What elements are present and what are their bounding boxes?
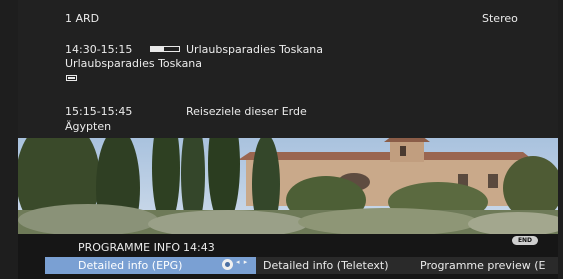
now-title: Urlaubsparadies Toskana — [186, 43, 324, 56]
menu-item-label-epg: Detailed info (EPG) — [78, 259, 183, 272]
progress-fill — [151, 47, 164, 51]
channel-name: 1 ARD — [65, 12, 100, 25]
programme-progress-bar — [150, 46, 180, 52]
subtitles-icon — [66, 75, 77, 81]
progress-remaining — [163, 47, 179, 51]
left-right-arrows-icon: ◂ ▸ — [236, 258, 249, 266]
next-time: 15:15-15:45 — [65, 105, 133, 118]
next-subtitle: Ägypten — [65, 120, 112, 133]
menu-title: PROGRAMME INFO — [78, 241, 181, 254]
audio-mode: Stereo — [482, 12, 518, 25]
ok-icon — [222, 259, 233, 270]
end-button-icon[interactable]: END — [512, 236, 538, 245]
tv-picture — [18, 138, 558, 234]
next-title: Reiseziele dieser Erde — [186, 105, 307, 118]
menu-item-programme-preview[interactable]: Programme preview (E — [420, 259, 546, 272]
now-subtitle: Urlaubsparadies Toskana — [65, 57, 203, 70]
menu-clock: 14:43 — [183, 241, 215, 254]
tv-screen: 1 ARD Stereo 14:30-15:15 Urlaubsparadies… — [0, 0, 563, 279]
menu-item-detailed-info-teletext[interactable]: Detailed info (Teletext) — [263, 259, 389, 272]
now-time: 14:30-15:15 — [65, 43, 133, 56]
